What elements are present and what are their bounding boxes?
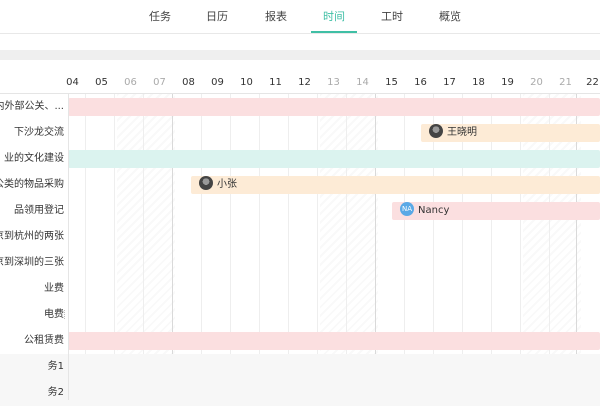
task-title: 业费 xyxy=(44,283,64,294)
task-row[interactable]: 京到杭州的两张 xyxy=(0,224,600,250)
task-name[interactable]: 京到深圳的三张 xyxy=(0,250,68,276)
task-row[interactable]: 务2 xyxy=(0,380,600,406)
day-label: 10 xyxy=(240,77,253,88)
task-title: 司内外部公关、... xyxy=(0,101,64,112)
spacer xyxy=(0,60,600,73)
task-row[interactable]: 电费 xyxy=(0,302,600,328)
view-tab-bar: 任务 日历 报表 时间 工时 概览 xyxy=(0,0,600,34)
tab-tasks[interactable]: 任务 xyxy=(140,0,180,33)
assignee: 小张 xyxy=(199,176,237,193)
task-title: 下沙龙交流 xyxy=(14,127,64,138)
day-label: 22 xyxy=(586,77,599,88)
task-name[interactable]: 京到杭州的两张 xyxy=(0,224,68,250)
day-label: 14 xyxy=(356,77,369,88)
task-bar[interactable]: NA Nancy xyxy=(392,202,600,220)
assignee: NA Nancy xyxy=(400,202,450,219)
assignee-name: 小张 xyxy=(217,179,237,190)
task-title: 公类的物品采购 xyxy=(0,179,64,190)
day-label: 11 xyxy=(269,77,282,88)
day-label: 21 xyxy=(559,77,572,88)
task-title: 京到深圳的三张 xyxy=(0,257,64,268)
task-title: 务1 xyxy=(47,361,64,372)
task-name[interactable]: 下沙龙交流 xyxy=(0,120,68,146)
day-label: 04 xyxy=(66,77,79,88)
task-row[interactable]: 公类的物品采购 小张 xyxy=(0,172,600,198)
spacer xyxy=(0,34,600,50)
task-row[interactable]: 下沙龙交流 王晓明 xyxy=(0,120,600,146)
day-label: 16 xyxy=(414,77,427,88)
task-name[interactable]: 务2 xyxy=(0,380,68,406)
task-title: 京到杭州的两张 xyxy=(0,231,64,242)
day-label: 18 xyxy=(472,77,485,88)
day-label: 15 xyxy=(385,77,398,88)
task-title: 品领用登记 xyxy=(14,205,64,216)
task-name[interactable]: 公类的物品采购 xyxy=(0,172,68,198)
task-title: 电费 xyxy=(44,309,64,320)
task-title: 公租赁费 xyxy=(24,335,64,346)
task-row[interactable]: 业的文化建设 xyxy=(0,146,600,172)
task-name[interactable]: 务1 xyxy=(0,354,68,380)
tab-overview[interactable]: 概览 xyxy=(430,0,470,33)
task-row[interactable]: 业费 xyxy=(0,276,600,302)
task-bar[interactable] xyxy=(68,98,600,116)
tab-work-hours[interactable]: 工时 xyxy=(372,0,412,33)
tab-reports[interactable]: 报表 xyxy=(256,0,296,33)
task-row[interactable]: 公租赁费 xyxy=(0,328,600,354)
day-label: 12 xyxy=(298,77,311,88)
toolbar-band xyxy=(0,50,600,60)
task-name[interactable]: 品领用登记 xyxy=(0,198,68,224)
task-row[interactable]: 司内外部公关、... xyxy=(0,94,600,120)
task-row[interactable]: 务1 xyxy=(0,354,600,380)
task-name[interactable]: 司内外部公关、... xyxy=(0,94,68,120)
timeline-header: 04 05 06 07 08 09 10 11 12 13 14 15 16 1… xyxy=(0,73,600,94)
day-label: 06 xyxy=(124,77,137,88)
column-splitter[interactable] xyxy=(68,94,69,400)
day-label: 17 xyxy=(443,77,456,88)
task-title: 务2 xyxy=(47,387,64,398)
task-title: 业的文化建设 xyxy=(4,153,64,164)
tab-timeline[interactable]: 时间 xyxy=(311,0,357,33)
task-bar[interactable] xyxy=(68,150,600,168)
day-label: 13 xyxy=(327,77,340,88)
day-label: 09 xyxy=(211,77,224,88)
task-row[interactable]: 品领用登记 NA Nancy xyxy=(0,198,600,224)
task-bar[interactable] xyxy=(68,332,600,350)
avatar: NA xyxy=(400,202,414,216)
task-name[interactable]: 公租赁费 xyxy=(0,328,68,354)
task-row[interactable]: 京到深圳的三张 xyxy=(0,250,600,276)
task-name[interactable]: 业的文化建设 xyxy=(0,146,68,172)
day-label: 08 xyxy=(182,77,195,88)
task-rows: 司内外部公关、... 下沙龙交流 王晓明 业的文化建设 公类的物品采购 小张 品… xyxy=(0,94,600,406)
tab-calendar[interactable]: 日历 xyxy=(197,0,237,33)
task-bar[interactable]: 小张 xyxy=(191,176,600,194)
assignee: 王晓明 xyxy=(429,124,477,141)
avatar xyxy=(199,176,213,190)
day-label: 19 xyxy=(501,77,514,88)
assignee-name: 王晓明 xyxy=(447,127,477,138)
day-label: 07 xyxy=(153,77,166,88)
assignee-name: Nancy xyxy=(418,205,450,216)
task-name[interactable]: 业费 xyxy=(0,276,68,302)
avatar xyxy=(429,124,443,138)
day-label: 05 xyxy=(95,77,108,88)
task-bar[interactable]: 王晓明 xyxy=(421,124,600,142)
day-label: 20 xyxy=(530,77,543,88)
task-name[interactable]: 电费 xyxy=(0,302,68,328)
